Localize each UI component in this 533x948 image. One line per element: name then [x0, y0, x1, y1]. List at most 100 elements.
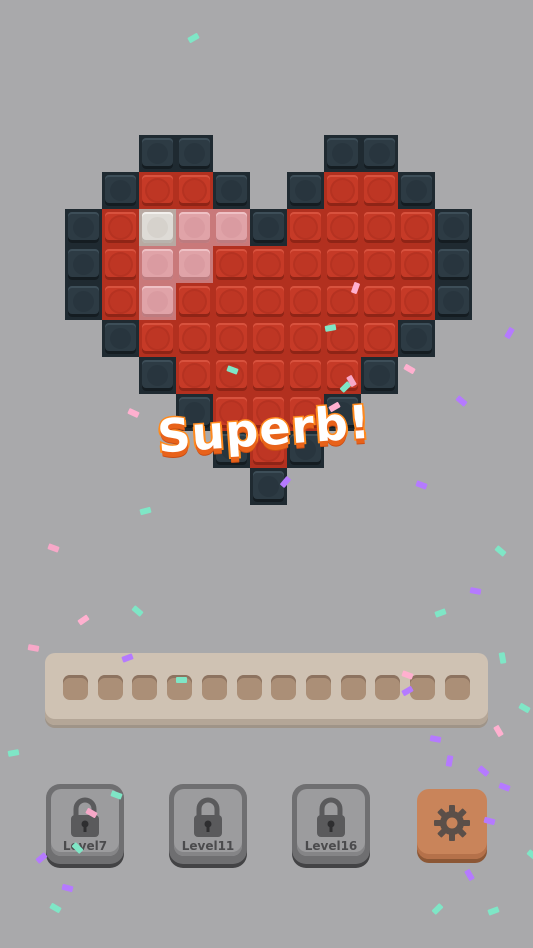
- gem-cell-red: [250, 246, 287, 283]
- gem-cell-dark: [435, 283, 472, 320]
- superb-banner: Superb!: [147, 393, 382, 490]
- gem-cell-dark: [324, 135, 361, 172]
- tray-slot: [236, 675, 262, 700]
- tray-slot: [444, 675, 470, 700]
- gem-cell-red: [361, 283, 398, 320]
- gem-cell-red: [176, 357, 213, 394]
- gem-cell-red: [176, 320, 213, 357]
- confetti-piece: [35, 852, 48, 864]
- gem-cell-red: [398, 209, 435, 246]
- gem-cell-red: [250, 320, 287, 357]
- gem-cell-red: [287, 209, 324, 246]
- gem-cell-dark: [361, 357, 398, 394]
- gem-cell-red: [324, 172, 361, 209]
- gem-cell-red: [287, 283, 324, 320]
- gem-cell-red: [398, 283, 435, 320]
- confetti-piece: [477, 765, 490, 777]
- gem-cell-dark: [65, 283, 102, 320]
- gem-cell-red: [213, 246, 250, 283]
- confetti-piece: [498, 782, 511, 792]
- gear-icon: [434, 805, 470, 841]
- confetti-piece: [493, 724, 504, 738]
- gem-cell-white: [139, 209, 176, 246]
- confetti-piece: [498, 652, 507, 664]
- gem-cell-red: [139, 172, 176, 209]
- tray-slot: [132, 675, 158, 700]
- gem-tray: [45, 653, 488, 725]
- lock-icon: [71, 797, 99, 837]
- gem-cell-dark: [65, 209, 102, 246]
- gem-cell-dark: [213, 172, 250, 209]
- confetti-piece: [429, 735, 442, 743]
- confetti-piece: [526, 849, 533, 861]
- level-11-button[interactable]: Level11: [169, 784, 247, 864]
- gem-cell-red: [361, 172, 398, 209]
- confetti-piece: [494, 545, 507, 557]
- level-11-label: Level11: [181, 839, 235, 853]
- confetti-piece: [49, 902, 62, 914]
- gem-cell-red: [287, 246, 324, 283]
- gem-cell-red: [176, 283, 213, 320]
- level-16-button[interactable]: Level16: [292, 784, 370, 864]
- confetti-piece: [518, 702, 531, 714]
- tray-slot: [375, 675, 401, 700]
- gem-cell-red: [324, 246, 361, 283]
- confetti-piece: [131, 605, 144, 617]
- gem-cell-dark: [65, 246, 102, 283]
- gem-cell-dark: [398, 172, 435, 209]
- gem-cell-red: [102, 283, 139, 320]
- gem-cell-red: [361, 209, 398, 246]
- confetti-piece: [27, 644, 40, 652]
- tray-slot: [201, 675, 227, 700]
- gem-cell-dark: [398, 320, 435, 357]
- confetti-piece: [469, 587, 482, 595]
- tray-slot: [97, 675, 123, 700]
- lock-icon: [194, 797, 222, 837]
- level-16-label: Level16: [304, 839, 358, 853]
- gem-cell-red: [398, 246, 435, 283]
- gem-cell-pink: [139, 246, 176, 283]
- confetti-piece: [434, 608, 447, 618]
- gem-cell-dark: [361, 135, 398, 172]
- gem-cell-dark: [102, 172, 139, 209]
- gem-cell-dark: [139, 135, 176, 172]
- level-7-label: Level7: [62, 839, 108, 853]
- gem-cell-red: [213, 283, 250, 320]
- gem-cell-red: [287, 357, 324, 394]
- confetti-piece: [47, 543, 60, 553]
- confetti-piece: [7, 749, 20, 757]
- gem-cell-red: [361, 246, 398, 283]
- confetti-piece: [431, 902, 444, 916]
- gem-cell-red: [176, 172, 213, 209]
- gem-cell-dark: [250, 209, 287, 246]
- confetti-piece: [77, 614, 90, 626]
- gem-cell-red: [250, 357, 287, 394]
- gem-cell-dark: [139, 357, 176, 394]
- gem-cell-red: [213, 320, 250, 357]
- confetti-piece: [464, 868, 475, 882]
- tray-slot: [63, 675, 88, 700]
- settings-button[interactable]: [417, 789, 487, 859]
- gem-cell-pink: [213, 209, 250, 246]
- gem-cell-red: [324, 209, 361, 246]
- gem-cell-pink: [176, 209, 213, 246]
- tray-slot: [305, 675, 331, 700]
- gem-cell-dark: [176, 135, 213, 172]
- gem-cell-red: [139, 320, 176, 357]
- gem-cell-pink: [139, 283, 176, 320]
- gem-cell-red: [250, 283, 287, 320]
- tray-slot: [410, 675, 435, 700]
- gem-cell-dark: [287, 172, 324, 209]
- confetti-piece: [445, 755, 454, 767]
- confetti-piece: [61, 883, 74, 893]
- confetti-piece: [176, 677, 187, 683]
- gem-cell-dark: [435, 209, 472, 246]
- tray-slot: [340, 675, 366, 700]
- gem-cell-pink: [176, 246, 213, 283]
- gem-cell-red: [102, 209, 139, 246]
- confetti-piece: [487, 906, 500, 916]
- lock-icon: [317, 797, 345, 837]
- gem-cell-red: [213, 357, 250, 394]
- gem-cell-red: [287, 320, 324, 357]
- tray-slot: [271, 675, 297, 700]
